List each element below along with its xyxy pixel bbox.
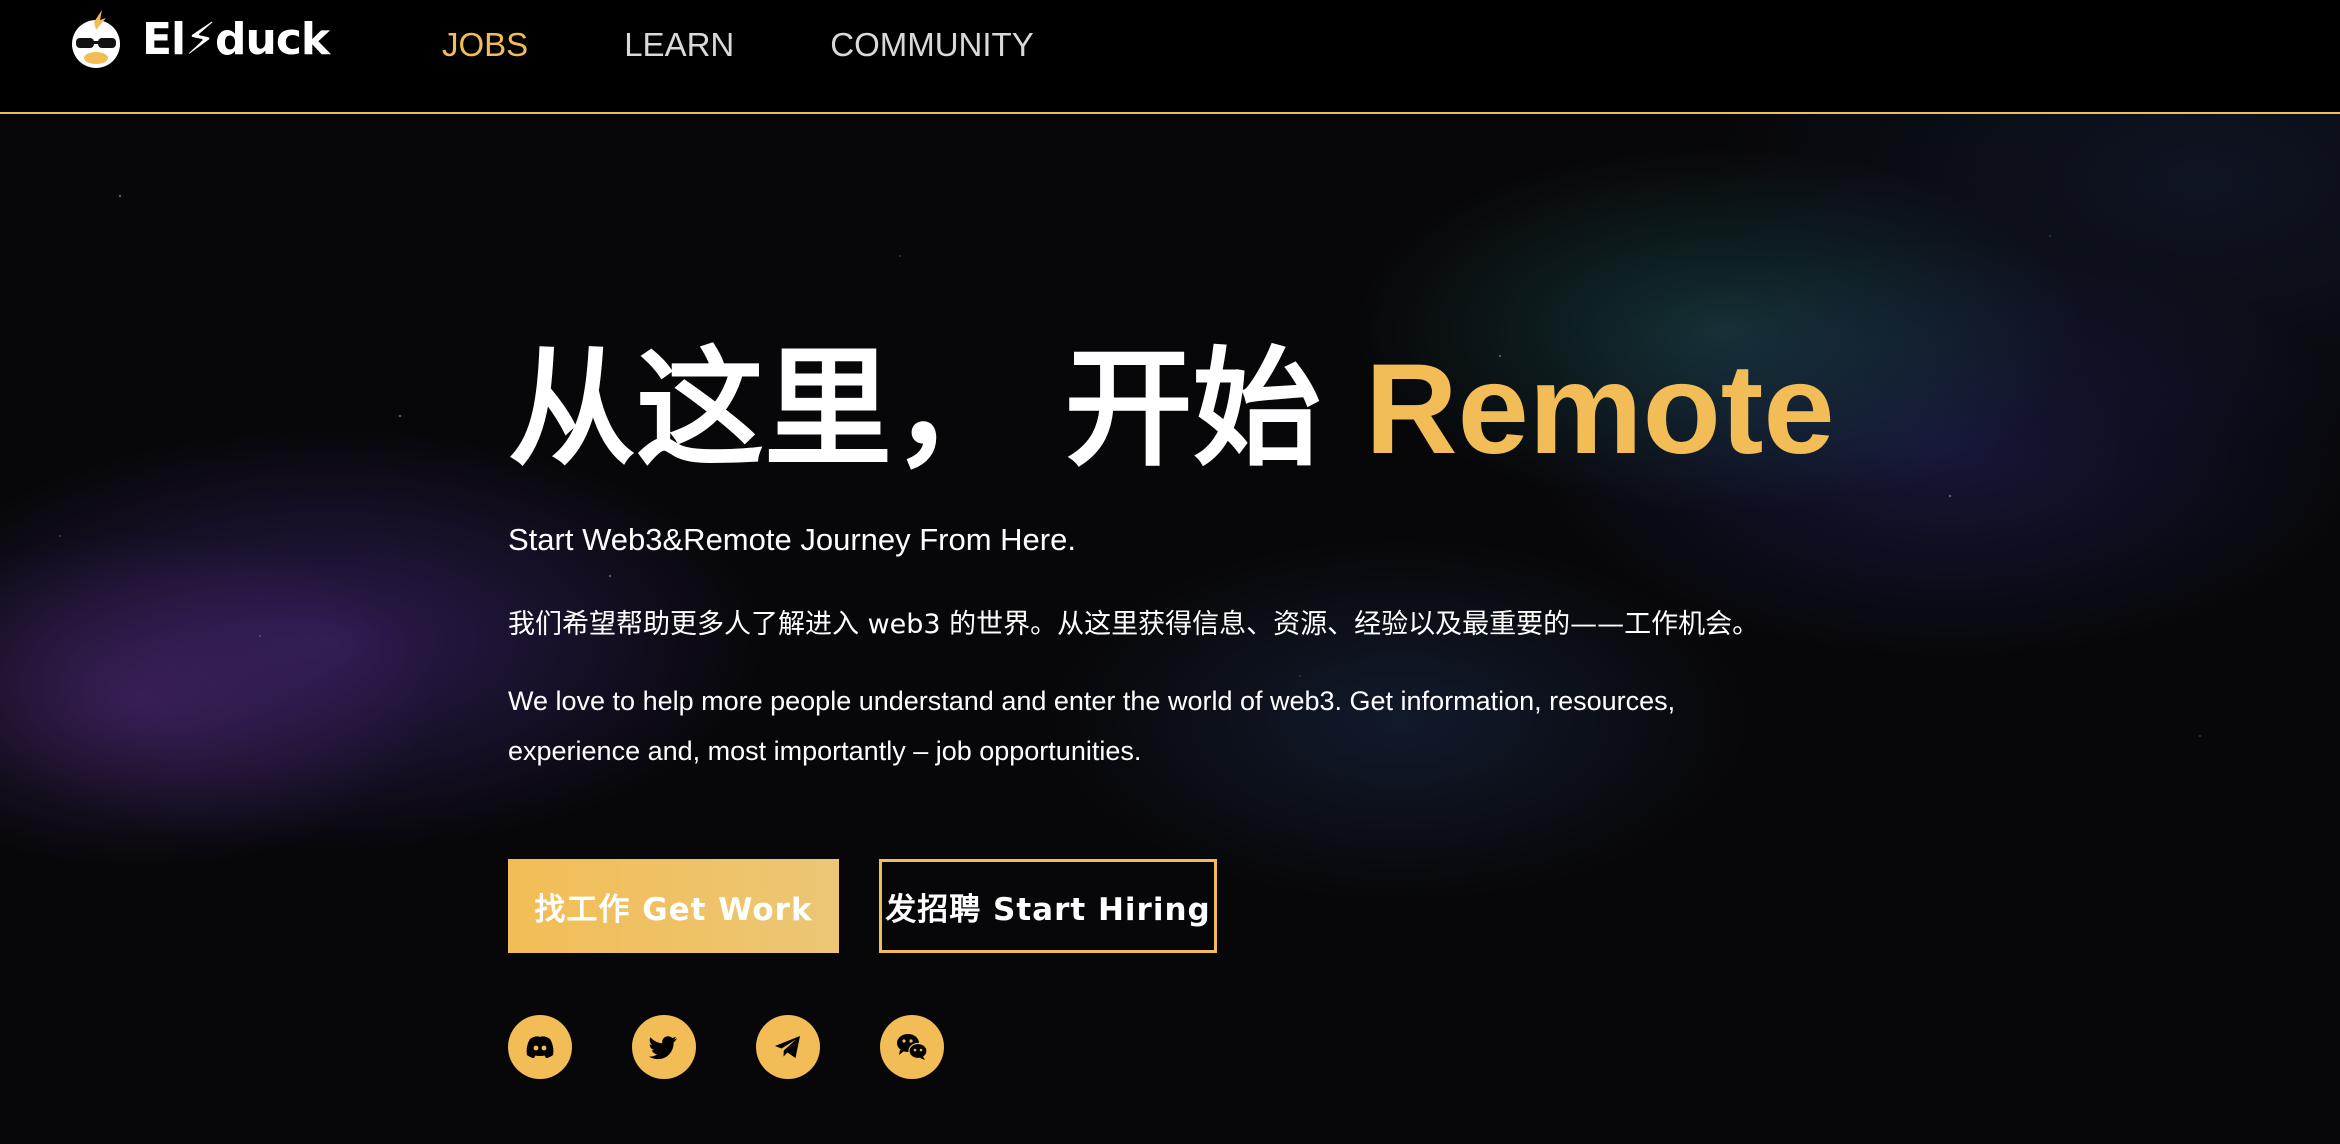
twitter-link[interactable]	[632, 1015, 696, 1079]
brand-name: El⚡duck	[142, 13, 330, 65]
hero-subtitle: Start Web3&Remote Journey From Here.	[508, 522, 1076, 557]
hero-title-accent: Remote	[1365, 338, 1835, 481]
nav-item-learn[interactable]: LEARN	[624, 20, 734, 70]
telegram-icon	[775, 1036, 800, 1058]
hero-section: 从这里， 开始 Remote Start Web3&Remote Journey…	[508, 340, 1908, 1079]
telegram-link[interactable]	[756, 1015, 820, 1079]
nav-item-jobs[interactable]: JOBS	[442, 20, 528, 70]
hero-title: 从这里， 开始 Remote	[508, 340, 1908, 480]
wechat-link[interactable]	[880, 1015, 944, 1079]
discord-link[interactable]	[508, 1015, 572, 1079]
hero-description-cn: 我们希望帮助更多人了解进入 web3 的世界。从这里获得信息、资源、经验以及最重…	[508, 609, 1760, 640]
social-links	[508, 1015, 944, 1079]
hero-description-en: We love to help more people understand a…	[508, 686, 1676, 766]
site-logo[interactable]: El⚡duck	[64, 8, 330, 70]
wechat-icon	[897, 1034, 928, 1060]
nav-item-community[interactable]: COMMUNITY	[830, 20, 1033, 70]
hero-title-main: 从这里， 开始	[508, 335, 1366, 484]
site-header: El⚡duck JOBS LEARN COMMUNITY	[0, 0, 2340, 114]
main-nav: JOBS LEARN COMMUNITY	[442, 20, 1034, 70]
twitter-icon	[648, 1036, 677, 1060]
get-work-button[interactable]: 找工作 Get Work	[508, 859, 839, 953]
duck-logo-icon	[72, 10, 120, 68]
start-hiring-button[interactable]: 发招聘 Start Hiring	[879, 859, 1217, 953]
page: El⚡duck JOBS LEARN COMMUNITY 从这里， 开始 Rem…	[0, 0, 2340, 1144]
discord-icon	[526, 1036, 554, 1058]
